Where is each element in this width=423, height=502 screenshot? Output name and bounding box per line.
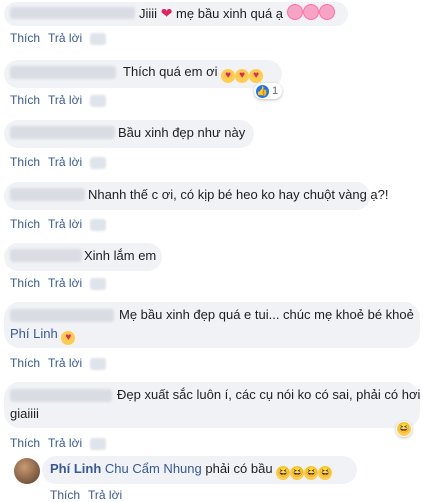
blurred-author-name [10,126,115,139]
comment-text: Jiiii ❤ mẹ bầu xinh quá ạ [139,4,335,23]
comment-text: Mẹ bầu xinh đẹp quá e tui... chúc mẹ kho… [119,307,414,322]
bouquet-icon [286,4,303,20]
laughing-face-icon: 😆 [397,422,411,436]
reply-link[interactable]: Trả lời [88,488,122,502]
reaction-badge[interactable]: 😆 [396,421,412,437]
reply-link[interactable]: Trả lời [48,155,82,169]
blurred-author-name [10,7,135,19]
reply-link[interactable]: Trả lời [48,356,82,370]
reply-link[interactable]: Trả lời [48,436,82,450]
blurred-timestamp [90,277,107,290]
comment-actions: Thích Trả lời [10,356,114,370]
reply-actions: Thích Trả lời [50,488,130,502]
red-heart-icon: ❤ [160,5,173,21]
comment-text: Đẹp xuất sắc luôn í, các cụ nói ko có sa… [117,387,421,402]
blurred-timestamp [90,156,107,169]
like-link[interactable]: Thích [50,488,80,502]
blurred-author-name [10,249,82,262]
like-link[interactable]: Thích [10,155,40,169]
comment-actions: Thích Trả lời [10,93,114,107]
blurred-timestamp [90,357,107,370]
like-link[interactable]: Thích [10,436,40,450]
smiling-face-with-hearts-icon: ♥ [221,69,236,83]
reply-link[interactable]: Trả lời [48,31,82,45]
blurred-author-name [10,389,112,402]
blurred-author-name [10,188,85,201]
reply-text: Phí Linh Chu Cẩm Nhung phải có bầu 😆 😆 😆 😆 [50,461,333,480]
like-link[interactable]: Thích [10,356,40,370]
comment-actions: Thích Trả lời [10,436,114,450]
comment-actions: Thích Trả lời [10,31,114,45]
blurred-timestamp [90,32,107,45]
comment-text: Bầu xinh đẹp như này [118,125,246,140]
blurred-timestamp [90,437,107,450]
comment-actions: Thích Trả lời [10,155,114,169]
like-link[interactable]: Thích [10,31,40,45]
laughing-face-icon: 😆 [318,466,333,480]
like-link[interactable]: Thích [10,276,40,290]
comment-actions: Thích Trả lời [10,217,114,231]
like-link[interactable]: Thích [10,217,40,231]
reply-link[interactable]: Trả lời [48,276,82,290]
avatar[interactable] [14,458,40,484]
bouquet-icon [318,4,335,20]
blurred-timestamp [90,218,107,231]
reply-link[interactable]: Trả lời [48,93,82,107]
blurred-author-name [10,309,114,322]
laughing-face-icon: 😆 [276,466,291,480]
reaction-count[interactable]: 👍 1 [254,83,283,99]
reply-author-name[interactable]: Phí Linh [50,461,101,476]
mention-link[interactable]: Phí Linh [10,326,58,341]
comment-text: Xinh lắm em [84,248,157,263]
smiling-face-with-hearts-icon: ♥ [235,69,250,83]
blurred-author-name [10,66,116,79]
blurred-timestamp [90,94,107,107]
laughing-face-icon: 😆 [304,466,319,480]
like-link[interactable]: Thích [10,93,40,107]
comment-text: Thích quá em ơi ♥ ♥ ♥ [123,64,264,83]
comment-actions: Thích Trả lời [10,276,114,290]
mention-link[interactable]: Chu Cẩm Nhung [105,461,202,476]
comment-text: Nhanh thế c ơi, có kịp bé heo ko hay chu… [88,187,389,202]
like-icon: 👍 [256,84,269,98]
comment-text-continued: giaiiii [10,406,39,421]
bouquet-icon [302,4,319,20]
reply-link[interactable]: Trả lời [48,217,82,231]
smiling-face-with-hearts-icon: ♥ [61,331,76,345]
smiling-face-with-hearts-icon: ♥ [249,69,264,83]
comment-mention-line: Phí Linh ♥ [10,326,76,345]
laughing-face-icon: 😆 [290,466,305,480]
